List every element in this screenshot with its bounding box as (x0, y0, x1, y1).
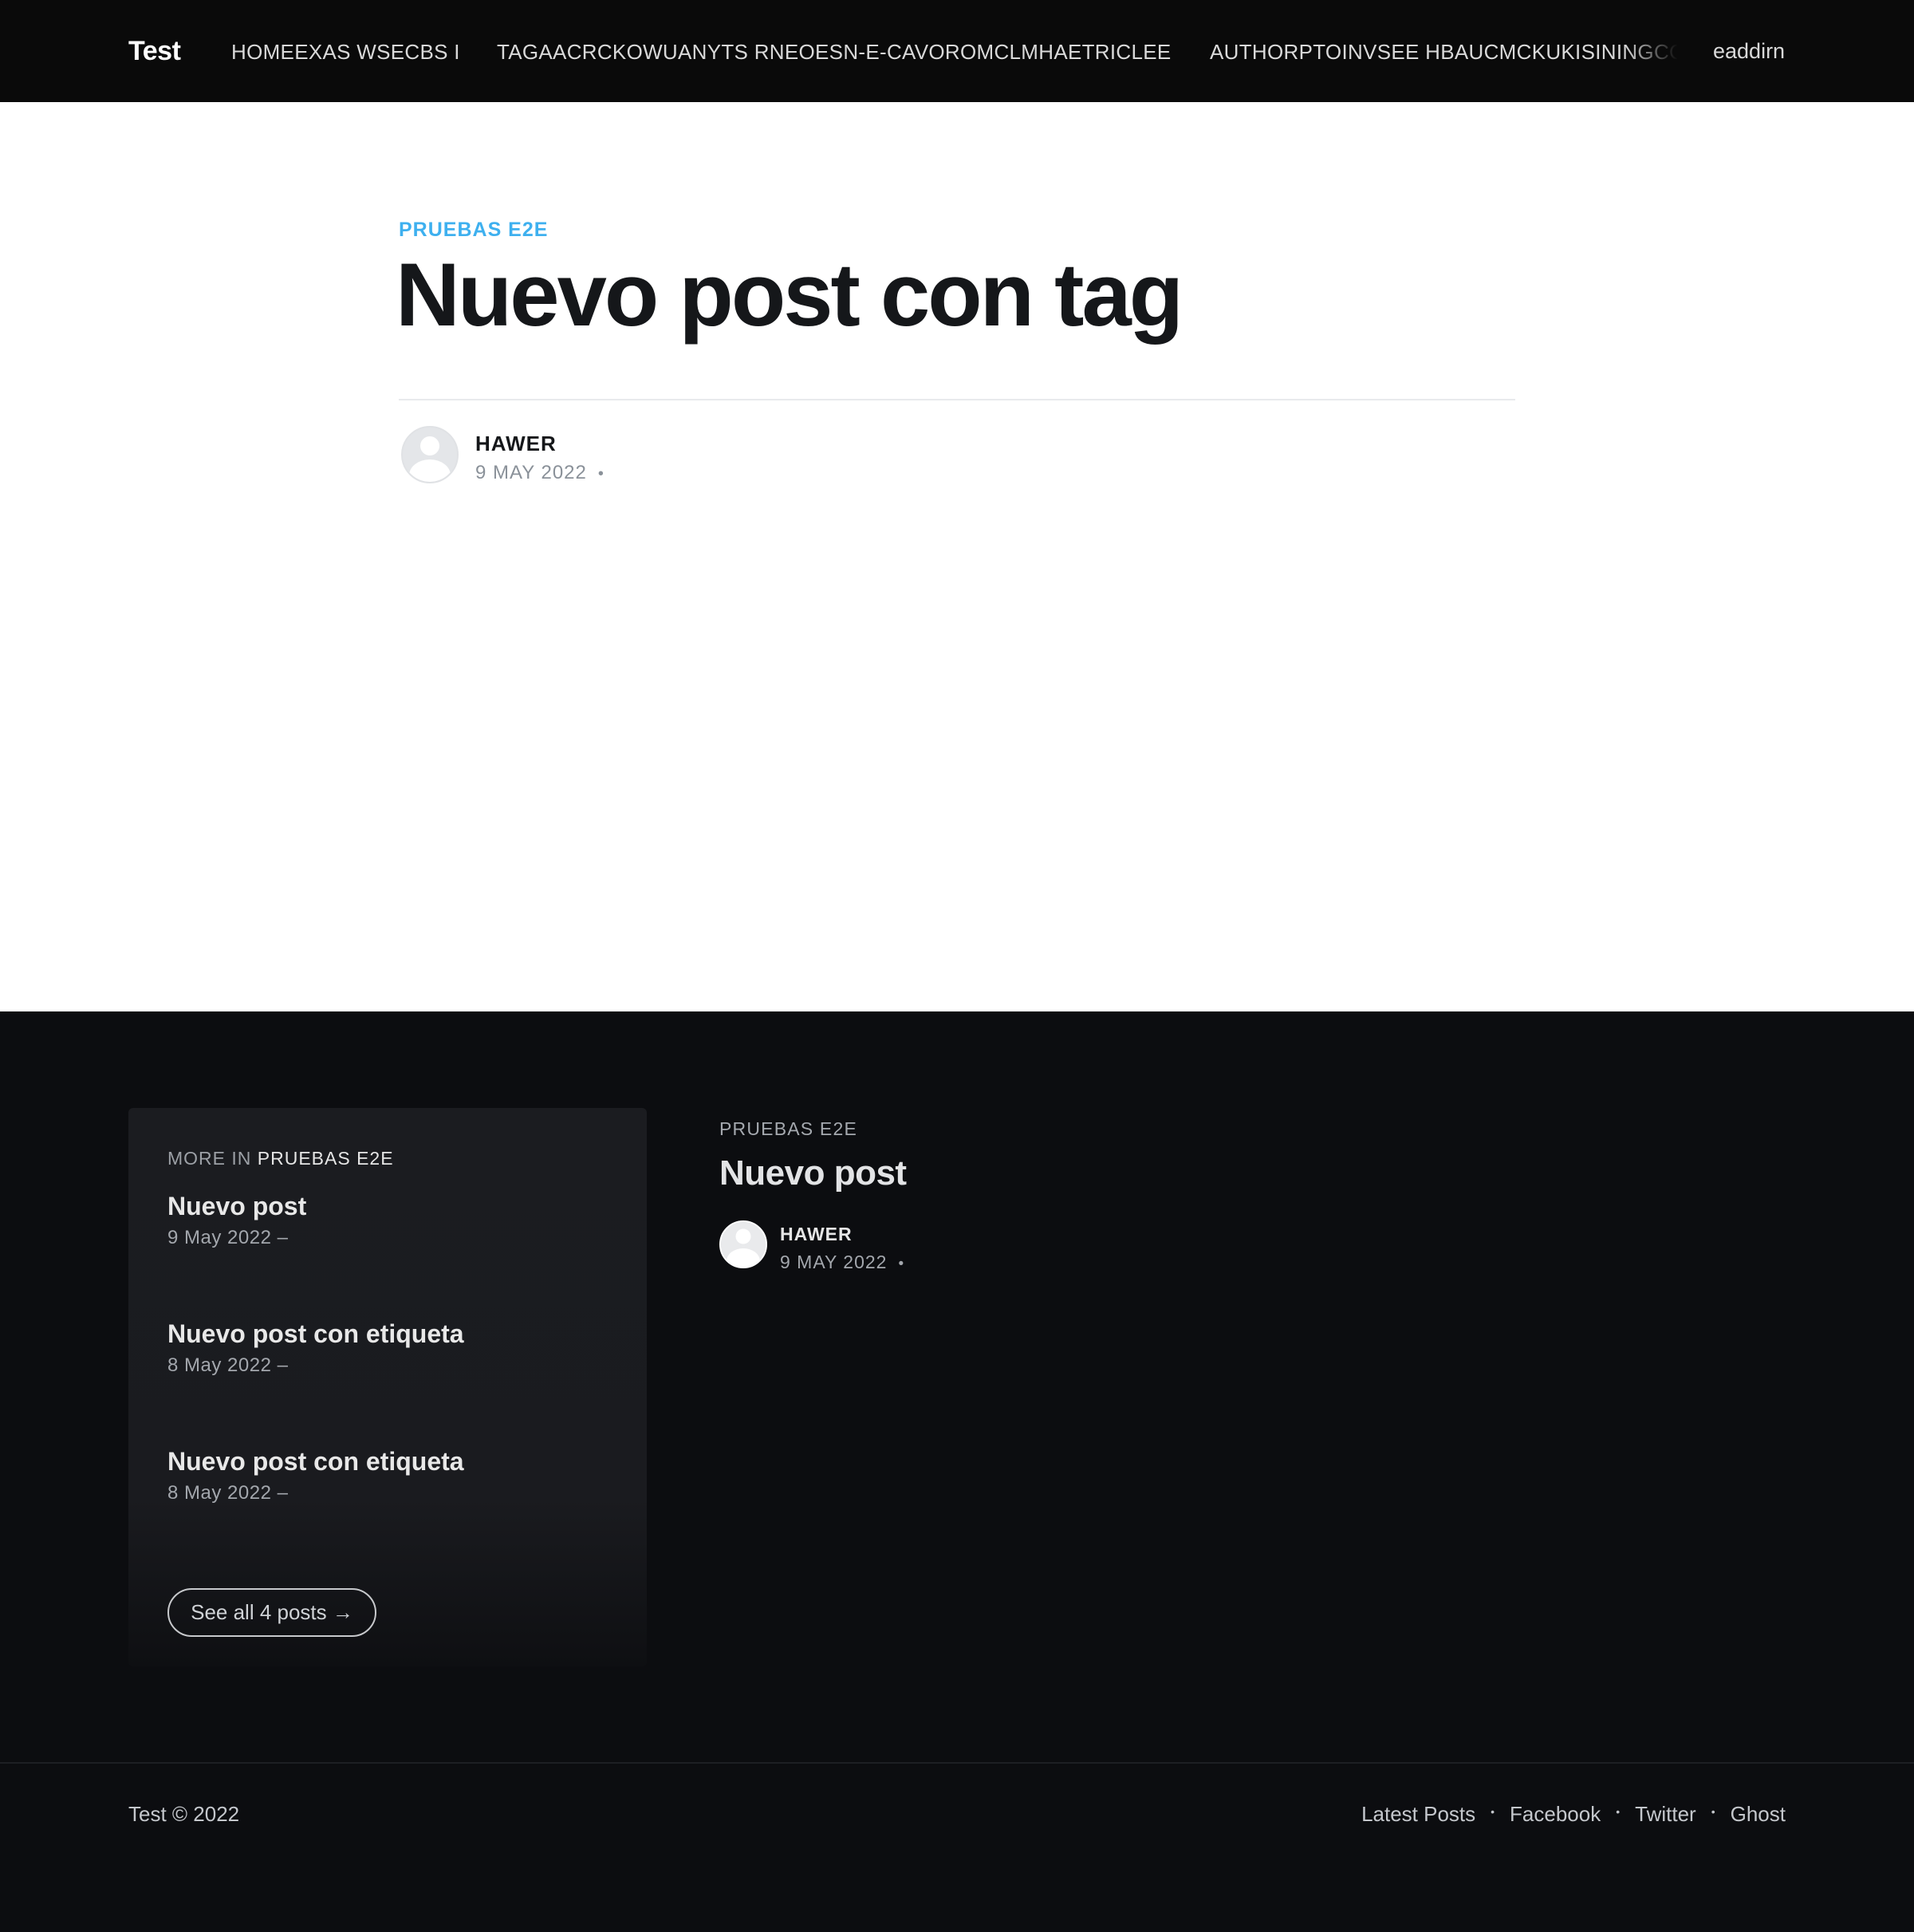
nav-item-home[interactable]: HOMEEXAS WSECBS I (231, 39, 463, 65)
author-avatar-icon[interactable] (401, 426, 459, 483)
article-divider (399, 399, 1515, 400)
post-date: 9 MAY 2022 (475, 462, 587, 483)
footer-link-twitter[interactable]: Twitter (1635, 1801, 1696, 1827)
more-item-date: 8 May 2022 – (167, 1482, 289, 1504)
footer-link-facebook[interactable]: Facebook (1510, 1801, 1601, 1827)
nav-item-author[interactable]: AUTHORPTOINVSEE HBAUCMCKUKISININGCC (1210, 39, 1680, 65)
more-item-title[interactable]: Nuevo post (167, 1190, 306, 1222)
footer-link-latest-posts[interactable]: Latest Posts (1361, 1801, 1475, 1827)
footer-divider (0, 1762, 1914, 1764)
see-all-posts-button[interactable]: See all 4 posts → (167, 1588, 376, 1637)
footer-copyright: Test © 2022 (128, 1802, 240, 1826)
article-title: Nuevo post con tag (396, 245, 1183, 345)
more-in-heading: MORE IN PRUEBAS E2E (167, 1146, 394, 1170)
site-logo[interactable]: Test (128, 35, 181, 67)
post-card-tag[interactable]: PRUEBAS E2E (719, 1117, 857, 1141)
footer-link-ghost[interactable]: Ghost (1731, 1801, 1786, 1827)
post-card-avatar-icon[interactable] (719, 1220, 767, 1268)
nav-item-tag[interactable]: TAGAACRCKOWUANYTS RNEOESN-E-CAVOROMCLMHA… (497, 39, 1179, 65)
site-header: Test HOMEEXAS WSECBS I TAGAACRCKOWUANYTS… (0, 0, 1914, 102)
post-card-title[interactable]: Nuevo post (719, 1152, 907, 1195)
header-extra-link[interactable]: eaddirn (1713, 37, 1785, 65)
post-card-author[interactable]: HAWER (780, 1222, 853, 1246)
more-in-prefix: MORE IN (167, 1148, 252, 1169)
post-meta: 9 MAY 2022 • (475, 461, 605, 486)
more-item-title[interactable]: Nuevo post con etiqueta (167, 1318, 464, 1350)
post-card-date: 9 MAY 2022 (780, 1252, 888, 1272)
meta-separator: • (597, 465, 605, 483)
post-card-meta: 9 MAY 2022 • (780, 1250, 904, 1276)
nav-fade-overlay (1625, 29, 1684, 73)
author-name[interactable]: HAWER (475, 431, 557, 456)
more-in-tag-link[interactable]: PRUEBAS E2E (258, 1148, 394, 1169)
footer-separator: • (1711, 1805, 1715, 1818)
meta-separator: • (898, 1256, 905, 1272)
footer-nav: Latest Posts • Facebook • Twitter • Ghos… (1361, 1801, 1786, 1827)
more-item-date: 8 May 2022 – (167, 1354, 289, 1376)
footer-separator: • (1491, 1805, 1495, 1818)
more-item-title[interactable]: Nuevo post con etiqueta (167, 1445, 464, 1477)
footer-separator: • (1616, 1805, 1621, 1818)
more-item-date: 9 May 2022 – (167, 1227, 289, 1248)
